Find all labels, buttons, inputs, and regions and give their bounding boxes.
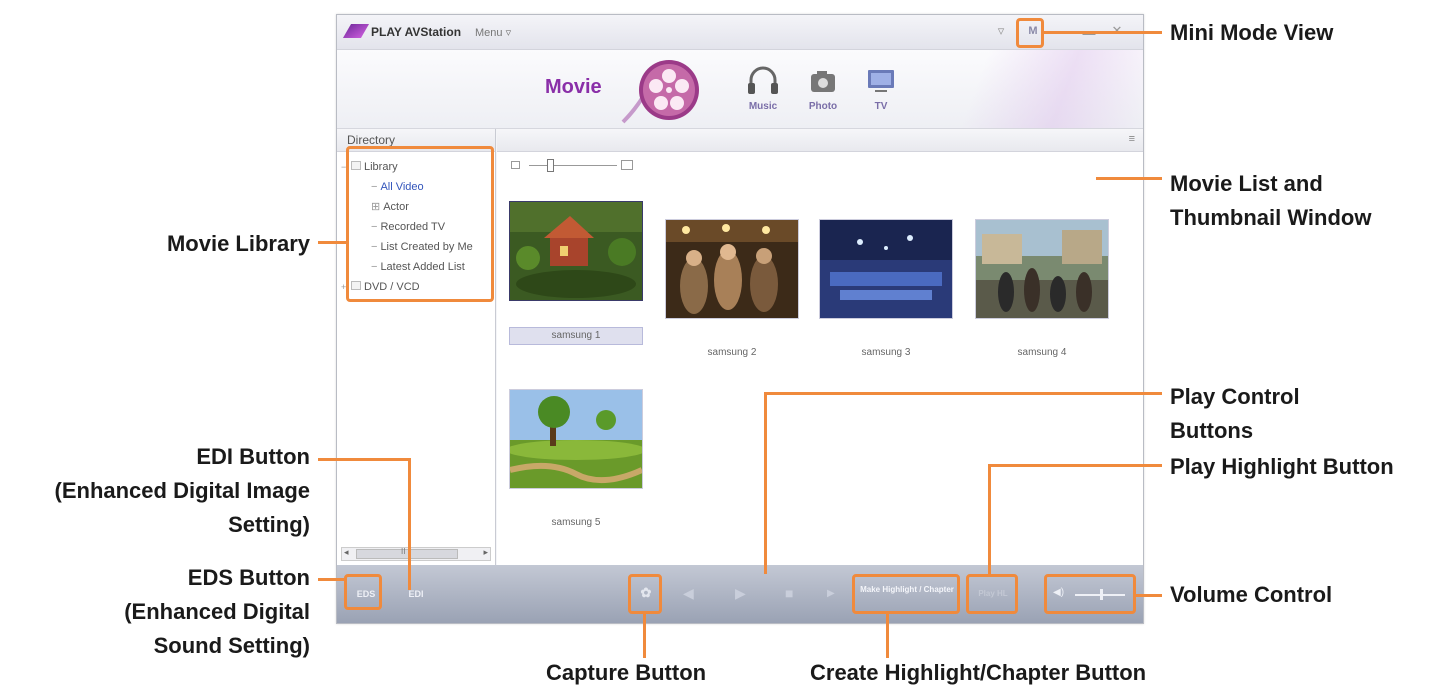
eds-highlight (344, 574, 382, 610)
thumbnail-item[interactable]: samsung 2 (665, 219, 799, 361)
capture-highlight (628, 574, 662, 614)
callout-line (988, 464, 1162, 467)
callout-line (1096, 177, 1162, 180)
thumbnail-size-slider[interactable] (511, 159, 641, 173)
tab-photo[interactable]: Photo (795, 62, 851, 114)
callout-play-control-2: Buttons (1170, 418, 1254, 443)
video-thumbnail (509, 389, 643, 489)
thumbnail-caption: samsung 5 (551, 517, 601, 528)
tab-music-label: Music (748, 101, 778, 112)
video-thumbnail (819, 219, 953, 319)
previous-button[interactable]: ◀ (683, 585, 694, 602)
tab-movie[interactable]: Movie (545, 76, 602, 99)
edi-button[interactable]: EDI (401, 587, 431, 601)
app-name: PLAY AVStation (371, 25, 462, 39)
callout-edi-1: EDI Button (196, 444, 310, 469)
movie-list-window: ≡ samsung 1 samsung 2 samsung 3 samsung … (497, 129, 1143, 565)
callout-line (318, 241, 346, 244)
camera-icon (811, 71, 835, 92)
app-logo-icon (342, 24, 370, 38)
video-thumbnail (665, 219, 799, 319)
scroll-left-icon[interactable]: ◂ (344, 547, 349, 558)
filter-icon[interactable]: ▿ (991, 21, 1011, 41)
thumbnail-caption: samsung 4 (1017, 347, 1067, 358)
tv-icon (868, 70, 894, 92)
callout-line (764, 392, 767, 574)
next-button[interactable]: ▶ (827, 588, 835, 599)
callout-play-control-1: Play Control (1170, 384, 1300, 409)
media-tab-bar: Movie Music Photo TV (337, 50, 1143, 129)
callout-line (408, 458, 411, 590)
movie-library-highlight (346, 146, 494, 302)
stop-button[interactable]: ■ (785, 585, 793, 601)
callout-create-highlight: Create Highlight/Chapter Button (810, 660, 1147, 685)
thumbnail-item[interactable]: samsung 5 (509, 389, 643, 531)
callout-play-highlight: Play Highlight Button (1170, 454, 1394, 479)
callout-eds-1: EDS Button (187, 565, 310, 590)
control-bar: EDS EDI ✿ ◀ ▶ ■ ▶ Make Highlight / Chapt… (337, 565, 1143, 623)
film-reel-icon (621, 60, 699, 124)
thumbnail-item[interactable]: samsung 3 (819, 219, 953, 361)
app-window: PLAY AVStation Menu ▿ ▿ M ▬ ✕ Movie Musi… (336, 14, 1144, 624)
video-thumbnail (975, 219, 1109, 319)
callout-eds-3: Sound Setting) (153, 633, 310, 658)
directory-scrollbar[interactable]: ◂ II ▸ (341, 547, 491, 561)
volume-highlight (1044, 574, 1136, 614)
thumbnail-caption: samsung 3 (861, 347, 911, 358)
tab-music[interactable]: Music (735, 62, 791, 114)
scroll-right-icon[interactable]: ▸ (483, 547, 488, 558)
large-thumb-icon (621, 160, 633, 170)
callout-line (764, 392, 1162, 395)
tab-tv-label: TV (874, 101, 888, 112)
callout-line (886, 614, 889, 658)
mini-mode-highlight (1016, 18, 1044, 48)
callout-movie-list-2: Thumbnail Window (1170, 205, 1372, 230)
small-thumb-icon (511, 161, 520, 169)
callout-edi-2: (Enhanced Digital Image (54, 478, 311, 503)
callout-line (988, 464, 991, 574)
callout-line (318, 578, 344, 581)
callout-line (1136, 594, 1162, 597)
make-highlight-highlight (852, 574, 960, 614)
tab-photo-label: Photo (808, 101, 838, 112)
callout-edi-3: Setting) (228, 512, 310, 537)
tab-tv[interactable]: TV (853, 62, 909, 114)
play-button[interactable]: ▶ (735, 585, 746, 602)
callout-line (643, 614, 646, 658)
callout-movie-library: Movie Library (166, 231, 310, 256)
scrollbar-thumb[interactable]: II (356, 547, 458, 559)
callout-line (318, 458, 410, 461)
callout-volume: Volume Control (1170, 582, 1333, 607)
callout-eds-2: (Enhanced Digital (124, 599, 310, 624)
thumbnail-caption: samsung 1 (509, 327, 643, 345)
thumbnail-item[interactable]: samsung 4 (975, 219, 1109, 361)
callout-line (1044, 31, 1162, 34)
thumbnail-caption: samsung 2 (707, 347, 757, 358)
slider-knob[interactable] (547, 159, 554, 172)
menu-button[interactable]: Menu ▿ (475, 26, 511, 39)
callout-mini-mode: Mini Mode View (1170, 20, 1334, 45)
list-header: ≡ (497, 129, 1143, 152)
thumbnail-item[interactable]: samsung 1 (509, 201, 643, 345)
callout-capture: Capture Button (546, 660, 707, 685)
callout-movie-list-1: Movie List and (1170, 171, 1323, 196)
video-thumbnail (509, 201, 643, 301)
play-highlight-highlight (966, 574, 1018, 614)
list-menu-icon[interactable]: ≡ (1129, 133, 1135, 145)
headphones-icon (748, 66, 778, 94)
